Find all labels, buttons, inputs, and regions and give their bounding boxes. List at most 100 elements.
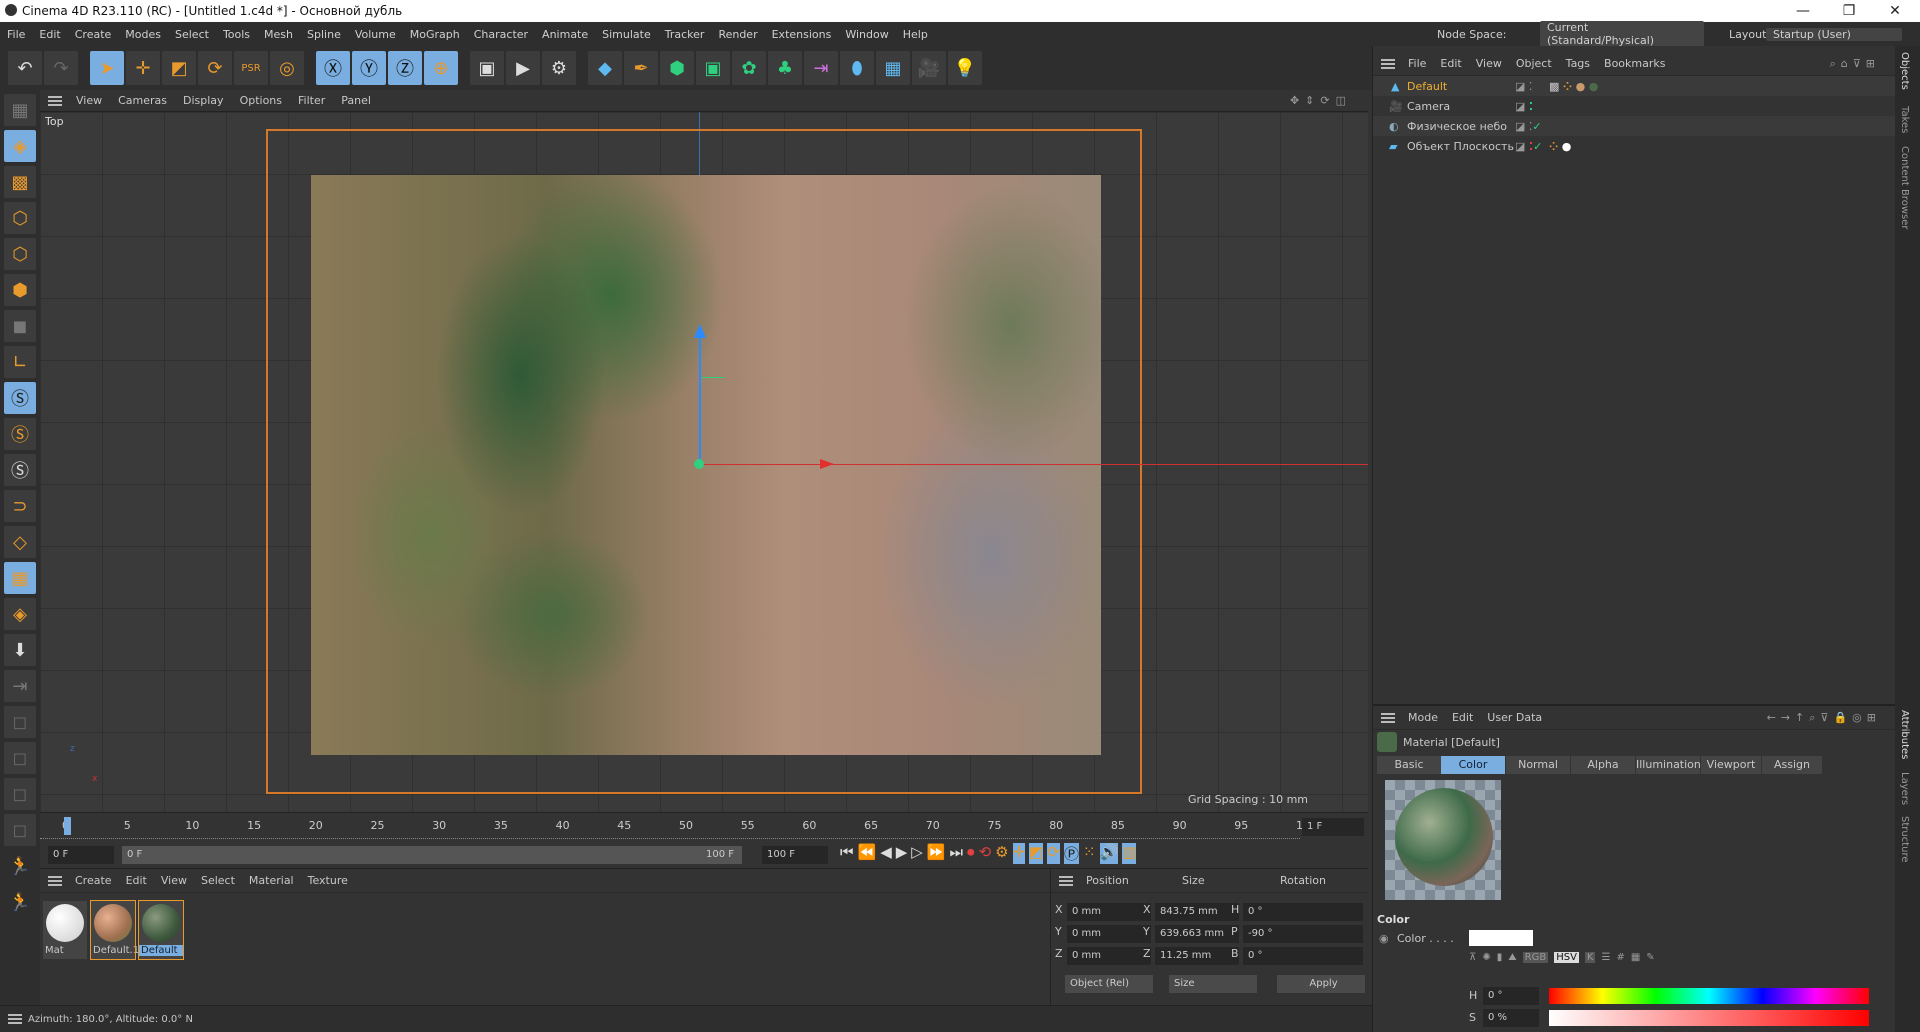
attributes-menu-mode[interactable]: Mode xyxy=(1401,711,1445,724)
texture-mode-icon[interactable]: ▩ xyxy=(4,166,36,198)
attributes-menu-user-data[interactable]: User Data xyxy=(1480,711,1549,724)
y-arrow-icon[interactable] xyxy=(694,324,706,338)
material-menu-material[interactable]: Material xyxy=(242,874,301,887)
last-tool-icon[interactable]: ◎ xyxy=(270,51,304,85)
kelvin-mode-button[interactable]: K xyxy=(1584,952,1596,963)
record-icon[interactable]: ⏺ xyxy=(967,843,975,864)
redo-icon[interactable]: ↷ xyxy=(44,51,78,85)
side-tab-content-browser[interactable]: Content Browser xyxy=(1899,146,1910,229)
object-row[interactable]: 🎥 Camera ◪ ⁚ xyxy=(1373,96,1896,116)
viewport-menu-display[interactable]: Display xyxy=(175,94,232,107)
end-frame-field[interactable]: 100 F xyxy=(762,846,828,864)
range-slider[interactable]: 0 F 100 F xyxy=(122,846,742,864)
objects-menu-view[interactable]: View xyxy=(1469,57,1509,70)
mograph-icon[interactable]: ♣ xyxy=(768,51,802,85)
tab-alpha[interactable]: Alpha xyxy=(1571,756,1635,774)
key-rotation-icon[interactable]: ⟳ xyxy=(1047,843,1060,864)
snap-icon[interactable]: Ⓢ xyxy=(4,382,36,414)
rotation-field[interactable]: -90 ° xyxy=(1243,925,1363,943)
coords-menu-icon[interactable] xyxy=(1059,875,1073,886)
hue-slider[interactable] xyxy=(1549,988,1869,1004)
menu-spline[interactable]: Spline xyxy=(300,28,348,41)
side-tab-layers[interactable]: Layers xyxy=(1899,772,1910,805)
tab-normal[interactable]: Normal xyxy=(1506,756,1570,774)
menu-mesh[interactable]: Mesh xyxy=(257,28,300,41)
menu-character[interactable]: Character xyxy=(467,28,535,41)
autokey-icon[interactable]: ⟲ xyxy=(979,843,992,864)
polygons-mode-icon[interactable]: ⬢ xyxy=(4,274,36,306)
current-frame-field[interactable]: 1 F xyxy=(1302,818,1364,836)
deformer-icon[interactable]: ⇥ xyxy=(804,51,838,85)
spectrum-icon[interactable]: ⊼ xyxy=(1469,952,1476,963)
floor-down-icon[interactable]: ⬇ xyxy=(4,634,36,666)
magnet-icon[interactable]: ⊃ xyxy=(4,490,36,522)
character-in-icon[interactable]: 🏃 xyxy=(4,850,36,882)
plane-handle[interactable] xyxy=(702,377,724,378)
close-button[interactable]: ✕ xyxy=(1872,0,1918,22)
key-pla-icon[interactable]: ⁙ xyxy=(1083,843,1096,864)
tab-viewport[interactable]: Viewport xyxy=(1701,756,1761,774)
timeline-ruler[interactable]: 0510152025303540455055606570758085909510… xyxy=(40,813,1317,839)
viewport-menu-view[interactable]: View xyxy=(68,94,110,107)
side-tab-objects[interactable]: Objects xyxy=(1899,52,1910,90)
object-name[interactable]: Физическое небо xyxy=(1407,120,1507,133)
subdivision-icon[interactable]: ⬢ xyxy=(660,51,694,85)
locked-workplane-icon[interactable]: ▦ xyxy=(4,562,36,594)
y-axis-lock-icon[interactable]: Ⓨ xyxy=(352,51,386,85)
material-item-selected[interactable]: Default xyxy=(138,900,184,960)
make-editable-icon[interactable]: ▦ xyxy=(4,94,36,126)
floor-icon[interactable]: ▦ xyxy=(876,51,910,85)
pen-icon[interactable]: ✒ xyxy=(624,51,658,85)
model-mode-icon[interactable]: ◈ xyxy=(4,130,36,162)
viewport-menu-icon[interactable] xyxy=(48,95,62,106)
points-mode-icon[interactable]: ⬡ xyxy=(4,202,36,234)
viewport-menu-panel[interactable]: Panel xyxy=(333,94,379,107)
swatches-icon[interactable]: ▦ xyxy=(1631,952,1640,963)
render-view-icon[interactable]: ▣ xyxy=(470,51,504,85)
attributes-nav-icons[interactable]: ←→↑⌕⊽🔒◎⊞ xyxy=(1760,711,1888,725)
light-icon[interactable]: 💡 xyxy=(948,51,982,85)
material-menu-texture[interactable]: Texture xyxy=(301,874,355,887)
visibility-icon[interactable]: ◪ ⁚ xyxy=(1515,100,1533,113)
render-settings-icon[interactable]: ⚙ xyxy=(542,51,576,85)
menu-animate[interactable]: Animate xyxy=(535,28,595,41)
color-wheel-icon[interactable]: ✺ xyxy=(1482,952,1490,963)
hex-icon[interactable]: # xyxy=(1616,952,1624,963)
saturation-slider[interactable] xyxy=(1549,1010,1869,1026)
image-icon[interactable]: ⛰ xyxy=(1508,952,1516,963)
undo-icon[interactable]: ↶ xyxy=(8,51,42,85)
material-menu-icon[interactable] xyxy=(48,875,62,886)
cube-icon[interactable]: ◆ xyxy=(588,51,622,85)
playhead[interactable] xyxy=(64,817,71,835)
character-out-icon[interactable]: 🏃 xyxy=(4,886,36,918)
size-field[interactable]: 639.663 mm xyxy=(1155,925,1239,943)
cloner-icon[interactable]: ✿ xyxy=(732,51,766,85)
align-icon[interactable]: ⇥ xyxy=(4,670,36,702)
rotation-field[interactable]: 0 ° xyxy=(1243,947,1363,965)
x-axis-line[interactable] xyxy=(700,464,1368,465)
key-position-icon[interactable]: ✛ xyxy=(1012,843,1026,864)
go-to-start-icon[interactable]: ⏮ xyxy=(840,843,854,864)
tab-illumination[interactable]: Illumination xyxy=(1636,756,1701,774)
snap-settings-icon[interactable]: Ⓢ xyxy=(4,418,36,450)
objects-search-icon[interactable]: ⌕⌂⊽⊞ xyxy=(1823,57,1887,71)
menu-mograph[interactable]: MoGraph xyxy=(403,28,467,41)
viewport-nav-icons[interactable]: ✥⇕⟳◫ xyxy=(1282,94,1360,107)
size-field[interactable]: 843.75 mm xyxy=(1155,903,1239,921)
material-menu-view[interactable]: View xyxy=(154,874,194,887)
render-picture-viewer-icon[interactable]: ▶ xyxy=(506,51,540,85)
menu-edit[interactable]: Edit xyxy=(32,28,67,41)
size-mode-select[interactable]: Size xyxy=(1169,975,1257,993)
h-field[interactable]: 0 ° xyxy=(1483,987,1539,1005)
status-menu-icon[interactable] xyxy=(8,1014,22,1024)
menu-modes[interactable]: Modes xyxy=(118,28,168,41)
side-tab-takes[interactable]: Takes xyxy=(1899,106,1910,133)
object-name[interactable]: Объект Плоскость xyxy=(1407,140,1514,153)
tool-4-icon[interactable]: ◻ xyxy=(4,814,36,846)
hsv-mode-button[interactable]: HSV xyxy=(1554,952,1579,963)
apply-button[interactable]: Apply xyxy=(1277,975,1365,993)
menu-extensions[interactable]: Extensions xyxy=(765,28,839,41)
menu-help[interactable]: Help xyxy=(896,28,935,41)
visibility-icon[interactable]: ◪ ⁚ xyxy=(1515,80,1532,93)
material-menu-create[interactable]: Create xyxy=(68,874,119,887)
